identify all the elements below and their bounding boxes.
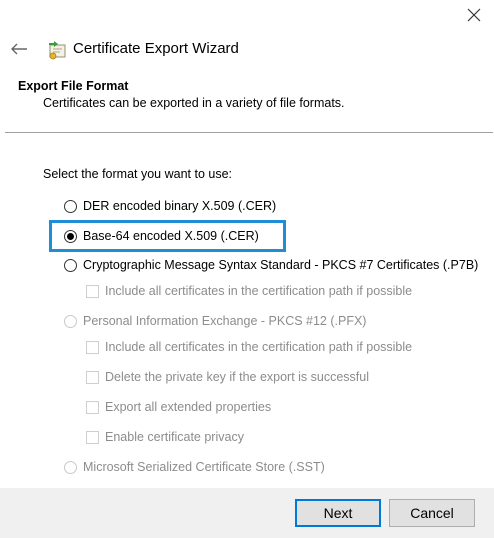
pfx-radio[interactable] (64, 314, 77, 328)
close-icon (467, 8, 481, 22)
pkcs7-radio[interactable] (64, 258, 77, 272)
radio-selected-dot (67, 232, 74, 240)
checkbox-label: Include all certificates in the certific… (105, 284, 413, 298)
cancel-button[interactable]: Cancel (389, 499, 475, 527)
checkbox-box[interactable] (86, 340, 99, 354)
pfx-privacy-checkbox[interactable]: Enable certificate privacy (86, 430, 244, 444)
format-option-label: Personal Information Exchange - PKCS #12… (83, 314, 367, 328)
format-option-sst[interactable]: Microsoft Serialized Certificate Store (… (64, 460, 325, 474)
format-option-der[interactable]: DER encoded binary X.509 (.CER) (64, 199, 276, 213)
format-option-base64[interactable]: Base-64 encoded X.509 (.CER) (64, 229, 259, 243)
close-button[interactable] (462, 4, 486, 26)
format-option-label: Cryptographic Message Syntax Standard - … (83, 258, 479, 272)
format-option-label: Base-64 encoded X.509 (.CER) (83, 229, 259, 243)
base64-radio[interactable] (64, 229, 77, 243)
der-radio[interactable] (64, 199, 77, 213)
format-option-label: DER encoded binary X.509 (.CER) (83, 199, 277, 213)
next-button[interactable]: Next (295, 499, 381, 527)
format-prompt: Select the format you want to use: (43, 167, 232, 181)
page-heading: Export File Format (18, 79, 129, 93)
checkbox-box[interactable] (86, 370, 99, 384)
checkbox-label: Export all extended properties (105, 400, 272, 414)
sst-radio[interactable] (64, 460, 77, 474)
page-description: Certificates can be exported in a variet… (43, 96, 345, 110)
checkbox-label: Include all certificates in the certific… (105, 340, 413, 354)
checkbox-box[interactable] (86, 430, 99, 444)
checkbox-box[interactable] (86, 400, 99, 414)
back-arrow-icon (11, 43, 27, 55)
certificate-wizard-icon (46, 39, 68, 61)
checkbox-label: Delete the private key if the export is … (105, 370, 370, 384)
pfx-include-all-checkbox[interactable]: Include all certificates in the certific… (86, 340, 412, 354)
format-option-label: Microsoft Serialized Certificate Store (… (83, 460, 325, 474)
header-divider (5, 132, 493, 133)
format-option-pkcs7[interactable]: Cryptographic Message Syntax Standard - … (64, 258, 478, 272)
pfx-export-properties-checkbox[interactable]: Export all extended properties (86, 400, 271, 414)
pfx-delete-key-checkbox[interactable]: Delete the private key if the export is … (86, 370, 369, 384)
wizard-title: Certificate Export Wizard (73, 40, 239, 57)
format-option-pfx[interactable]: Personal Information Exchange - PKCS #12… (64, 314, 366, 328)
back-button[interactable] (8, 38, 30, 60)
pkcs7-include-all-checkbox[interactable]: Include all certificates in the certific… (86, 284, 412, 298)
checkbox-label: Enable certificate privacy (105, 430, 244, 444)
checkbox-box[interactable] (86, 284, 99, 298)
